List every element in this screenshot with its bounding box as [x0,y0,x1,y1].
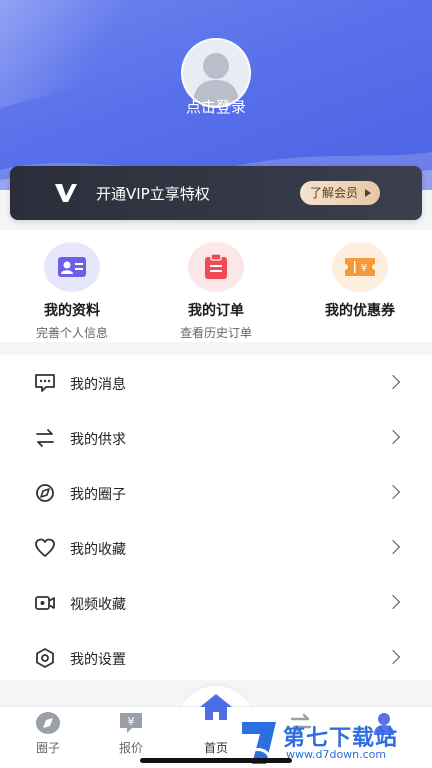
menu-item-messages[interactable]: 我的消息 [0,355,432,410]
quick-sub: 完善个人信息 [35,326,108,340]
menu-item-video-favorites[interactable]: 视频收藏 [0,575,432,630]
quick-sub: 查看历史订单 [179,326,252,340]
menu-list: 我的消息 我的供求 我的圈子 我的收藏 视频收藏 我的设置 [0,355,432,680]
menu-label: 视频收藏 [70,597,126,613]
circle-icon [36,484,54,502]
video-icon [35,596,55,610]
chevron-right-icon [385,539,401,555]
home-icon[interactable] [198,692,234,722]
quick-actions: 我的资料 完善个人信息 我的订单 查看历史订单 ¥ 我的优惠券 [0,230,432,342]
heart-icon [35,538,55,557]
chevron-right-icon [385,374,401,390]
menu-item-supply[interactable]: 我的供求 [0,410,432,465]
tab-quotes[interactable]: ¥ 报价 [88,707,174,756]
vip-logo-icon [55,184,77,202]
chevron-right-icon [385,484,401,500]
home-indicator [140,758,292,763]
chevron-right-icon [385,649,401,665]
vip-text: 开通VIP立享特权 [96,185,210,203]
menu-label: 我的设置 [70,652,126,668]
login-link[interactable]: 点击登录 [0,96,432,117]
vip-banner[interactable]: 开通VIP立享特权 了解会员 [10,166,422,220]
menu-label: 我的圈子 [70,487,126,503]
menu-label: 我的收藏 [70,542,126,558]
order-icon [188,242,244,292]
svg-text:¥: ¥ [128,715,135,728]
svg-text:¥: ¥ [361,263,367,274]
menu-item-circles[interactable]: 我的圈子 [0,465,432,520]
chevron-right-icon [385,429,401,445]
tab-circles[interactable]: 圈子 [5,707,91,756]
watermark-url: www.d7down.com [286,748,387,761]
message-icon [35,374,55,392]
my-profile-entry[interactable]: 我的资料 完善个人信息 [0,242,144,341]
price-icon: ¥ [117,711,145,735]
chevron-right-icon [385,594,401,610]
menu-label: 我的消息 [70,377,126,393]
quick-title: 我的优惠券 [325,303,395,319]
quick-title: 我的资料 [44,303,100,319]
play-arrow-icon [365,189,371,197]
compass-icon [34,711,62,735]
learn-membership-label: 了解会员 [309,186,358,200]
my-coupons-entry[interactable]: ¥ 我的优惠券 [288,242,432,324]
exchange-icon [36,429,54,447]
quick-title: 我的订单 [188,303,244,319]
settings-icon [36,648,54,668]
id-card-icon [44,242,100,292]
learn-membership-button[interactable]: 了解会员 [299,181,380,205]
menu-item-settings[interactable]: 我的设置 [0,630,432,685]
tab-label: 圈子 [35,741,60,755]
tab-label: 报价 [118,741,143,755]
coupon-icon: ¥ [332,242,388,292]
menu-item-favorites[interactable]: 我的收藏 [0,520,432,575]
menu-label: 我的供求 [70,432,126,448]
my-orders-entry[interactable]: 我的订单 查看历史订单 [144,242,288,341]
